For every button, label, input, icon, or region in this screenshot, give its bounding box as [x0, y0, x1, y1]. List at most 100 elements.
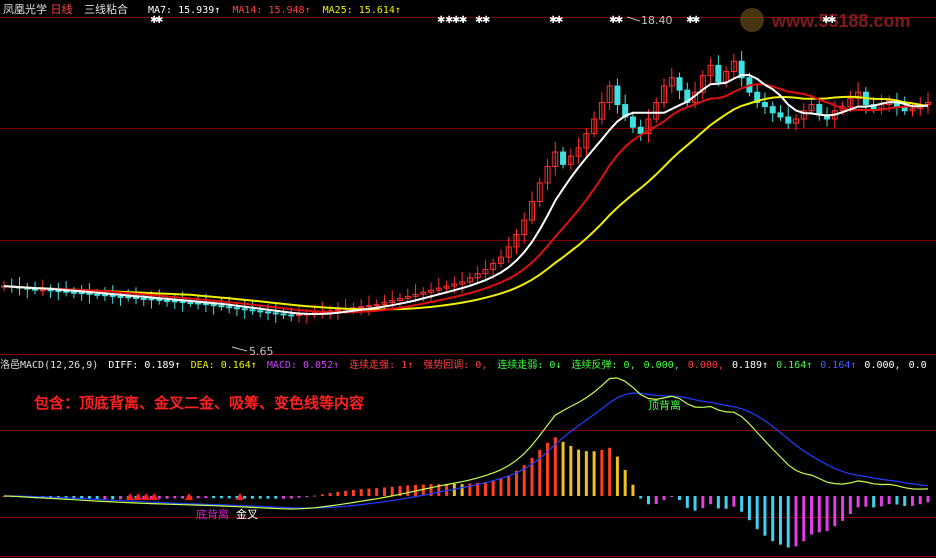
candle-body — [296, 314, 303, 317]
candle-body — [226, 306, 233, 309]
macd-bar — [382, 487, 386, 496]
macd-bar — [615, 456, 619, 496]
macd-bar — [227, 496, 231, 499]
candle-body — [94, 293, 101, 296]
macd-bar — [623, 469, 627, 496]
macd-bar — [421, 484, 425, 496]
macd-bar — [709, 496, 713, 505]
promo-text: 包含：顶底背离、金叉二金、吸筹、变色线等内容 — [34, 394, 364, 412]
macd-bar — [584, 451, 588, 496]
candle-body — [614, 85, 621, 106]
candle-body — [133, 296, 139, 299]
macd-bar — [701, 496, 705, 509]
candle-body — [715, 64, 722, 83]
low-price-label: 5.65 — [231, 345, 274, 358]
macd-bar — [282, 496, 286, 499]
candle-body — [148, 298, 155, 301]
macd-histogram — [2, 437, 930, 548]
macd-bar — [266, 496, 270, 499]
macd-bar — [693, 496, 697, 511]
macd-bar — [794, 496, 798, 547]
macd-bar — [592, 451, 596, 496]
macd-bar — [460, 484, 464, 496]
signal-star: ✱ — [615, 15, 623, 26]
candle-body — [629, 116, 636, 128]
candle-body — [117, 295, 124, 298]
macd-bar — [903, 496, 907, 506]
ma7-label: MA7: — [148, 5, 172, 16]
candle-body — [140, 297, 147, 300]
macd-bar — [181, 496, 185, 499]
signal-star: ✱ — [459, 15, 467, 26]
golden-cross-label: 金叉 — [236, 507, 258, 521]
value-7: 0.0 — [909, 360, 927, 371]
signal-star: ✱ — [482, 15, 490, 26]
candle-body — [164, 300, 171, 302]
candle-body — [125, 296, 132, 299]
macd-bar — [678, 496, 682, 501]
macd-bar — [258, 496, 262, 499]
high-price-label: 18.40 — [626, 14, 673, 27]
macd-bar — [491, 480, 495, 496]
candle-body — [280, 313, 287, 316]
candle-body — [761, 102, 768, 108]
macd-bar — [514, 470, 518, 496]
macd-bar — [118, 496, 122, 500]
macd-bar — [918, 496, 922, 505]
ma7-value: 15.939↑ — [178, 5, 220, 16]
value-6: 0.000, — [864, 360, 900, 371]
candle-body — [171, 300, 178, 303]
candle-body — [109, 294, 116, 297]
candle-body — [257, 310, 264, 313]
bottom-divergence-label: 底背离 — [196, 507, 229, 521]
macd-bar — [375, 488, 379, 496]
macd-bar — [600, 449, 604, 496]
macd-bar — [212, 496, 216, 499]
macd-bar — [367, 488, 371, 496]
signal-star: ✱ — [555, 15, 563, 26]
pullback: 强势回调: 0, — [423, 358, 487, 371]
period-label: 日线 — [51, 2, 73, 16]
macd-bar — [297, 496, 301, 498]
macd-bar — [569, 445, 573, 496]
macd-bar — [802, 496, 806, 542]
candle-body — [47, 289, 54, 292]
candle-body — [249, 309, 256, 312]
macd-bar — [483, 481, 487, 496]
stock-chart[interactable]: www.55188.com ✱✱ ✱ ✱✱✱ ✱✱ ✱✱ ✱✱ ✱✱ ✱✱ 18.40 5.6… — [0, 0, 936, 558]
stock-name: 凤凰光学 — [3, 2, 47, 16]
moving-average-lines — [3, 74, 929, 316]
candle-body — [86, 292, 93, 295]
macd-bar — [499, 478, 503, 496]
price-header: 凤凰光学 日线 三线粘合 MA7: 15.939↑ MA14: 15.948↑ … — [3, 2, 401, 16]
value-1: 0.000, — [644, 360, 680, 371]
ma25-label: MA25: — [323, 5, 353, 16]
macd-bar — [390, 486, 394, 496]
svg-text:MA7: 15.939↑ MA14:: MA7: 15.939↑ MA14: 15.948↑ MA25: 15.614↑ — [148, 5, 401, 16]
value-5: 0.164↑ — [820, 360, 856, 371]
macd-bar — [879, 496, 883, 507]
macd-bar — [778, 496, 782, 545]
macd-bar — [763, 496, 767, 536]
svg-text:洛邑MACD(12,26,9) DIFF: 0.: 洛邑MACD(12,26,9) DIFF: 0.189↑ DEA: 0.164↑… — [0, 358, 927, 371]
value-3: 0.189↑ — [732, 360, 768, 371]
macd-bar — [305, 496, 309, 497]
macd-bar — [250, 496, 254, 499]
down-weak: 连续走弱: 0↓ — [497, 358, 561, 371]
macd-bar — [103, 496, 107, 500]
dea-value: DEA: 0.164↑ — [191, 360, 257, 371]
macd-bar — [747, 496, 751, 521]
macd-bar — [864, 496, 868, 507]
top-divergence-label: 顶背离 — [648, 398, 681, 412]
macd-bar — [810, 496, 814, 535]
macd-bar — [289, 496, 293, 499]
macd-bar — [313, 495, 317, 497]
candle-body — [218, 305, 225, 308]
signal-star: ✱ — [155, 15, 163, 26]
candle-body — [55, 290, 62, 293]
indicator-name: 三线粘合 — [84, 2, 128, 16]
macd-bar — [856, 496, 860, 508]
ma25-value: 15.614↑ — [359, 5, 401, 16]
candle-body — [78, 292, 85, 295]
macd-bar — [771, 496, 775, 542]
